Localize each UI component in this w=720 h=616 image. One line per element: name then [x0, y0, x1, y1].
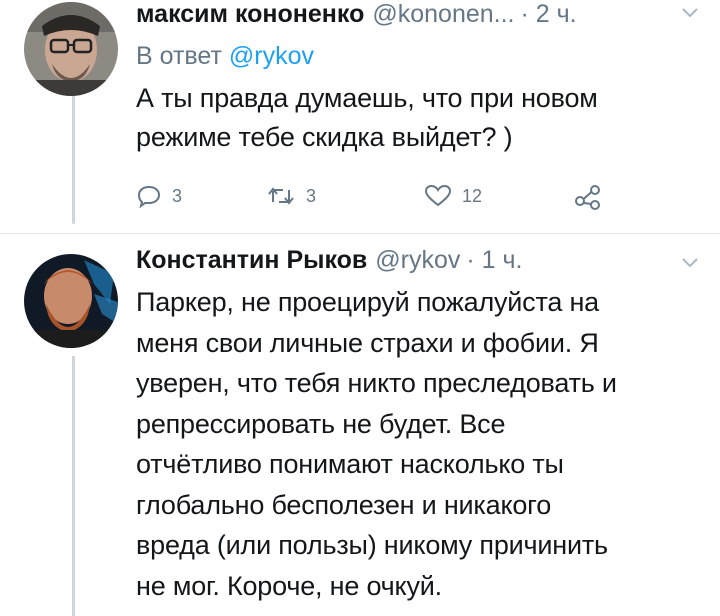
like-button[interactable]: 12 — [424, 184, 482, 208]
reply-button[interactable]: 3 — [136, 184, 182, 208]
author-name[interactable]: максим кононенко — [136, 0, 364, 29]
reply-context: В ответ @rykov — [136, 42, 700, 71]
tweet-text-line: отчётливо понимают насколько ты — [136, 449, 564, 479]
tweet-actions: 3 3 12 — [136, 184, 616, 218]
tweet-header: максим кононенко @kononen... · 2 ч. — [136, 0, 700, 34]
tweet-text-line: А ты правда думаешь, что при новом — [136, 83, 598, 113]
tweet-text: А ты правда думаешь, что при новом режим… — [136, 79, 700, 157]
share-button[interactable] — [574, 184, 602, 210]
author-name[interactable]: Константин Рыков — [136, 246, 367, 275]
heart-icon — [424, 184, 452, 207]
reply-icon — [137, 185, 161, 208]
tweet-text-line: меня свои личные страхи и фобии. Я — [136, 327, 599, 358]
tweet-text-line: Паркер, не проецируй пожалуйста на — [136, 287, 599, 317]
thread-line-lower — [72, 356, 75, 616]
tweet[interactable]: максим кононенко @kononen... · 2 ч. В от… — [136, 0, 700, 157]
tweet-text-line: вреда (или пользы) никому причинить — [136, 530, 608, 560]
tweet-text-line: уверен, что тебя никто преследовать и — [136, 368, 617, 398]
tweet-time[interactable]: · 2 ч. — [521, 0, 577, 29]
avatar[interactable] — [24, 2, 118, 96]
reply-handle-link[interactable]: @rykov — [229, 42, 314, 70]
avatar[interactable] — [24, 254, 118, 348]
author-handle[interactable]: @kononen... — [372, 0, 514, 29]
tweet-header: Константин Рыков @rykov · 1 ч. — [136, 246, 700, 280]
thread-line — [72, 92, 75, 224]
share-icon — [575, 185, 600, 210]
like-count: 12 — [462, 185, 483, 206]
tweet-text-line: не мог. Короче, не очкуй. — [136, 570, 442, 601]
tweet-text-line: режиме тебе скидка выйдет? ) — [136, 122, 513, 152]
retweet-button[interactable]: 3 — [266, 184, 316, 208]
author-handle[interactable]: @rykov — [375, 246, 460, 275]
chevron-down-icon[interactable] — [680, 6, 700, 20]
chevron-down-icon[interactable] — [680, 256, 700, 270]
tweet-text: Паркер, не проецируй пожалуйста на меня … — [136, 282, 700, 606]
tweet-text-line: репрессировать не будет. Все — [136, 408, 506, 439]
reply-prefix: В ответ — [136, 42, 222, 70]
retweet-count: 3 — [306, 185, 317, 206]
tweet-time[interactable]: · 1 ч. — [466, 246, 522, 275]
tweet-text-line: глобально бесполезен и никакого — [136, 489, 552, 520]
reply-count: 3 — [172, 185, 183, 206]
tweet[interactable]: Константин Рыков @rykov · 1 ч. Паркер, н… — [136, 246, 700, 606]
retweet-icon — [268, 187, 294, 205]
tweet-divider — [0, 233, 720, 234]
